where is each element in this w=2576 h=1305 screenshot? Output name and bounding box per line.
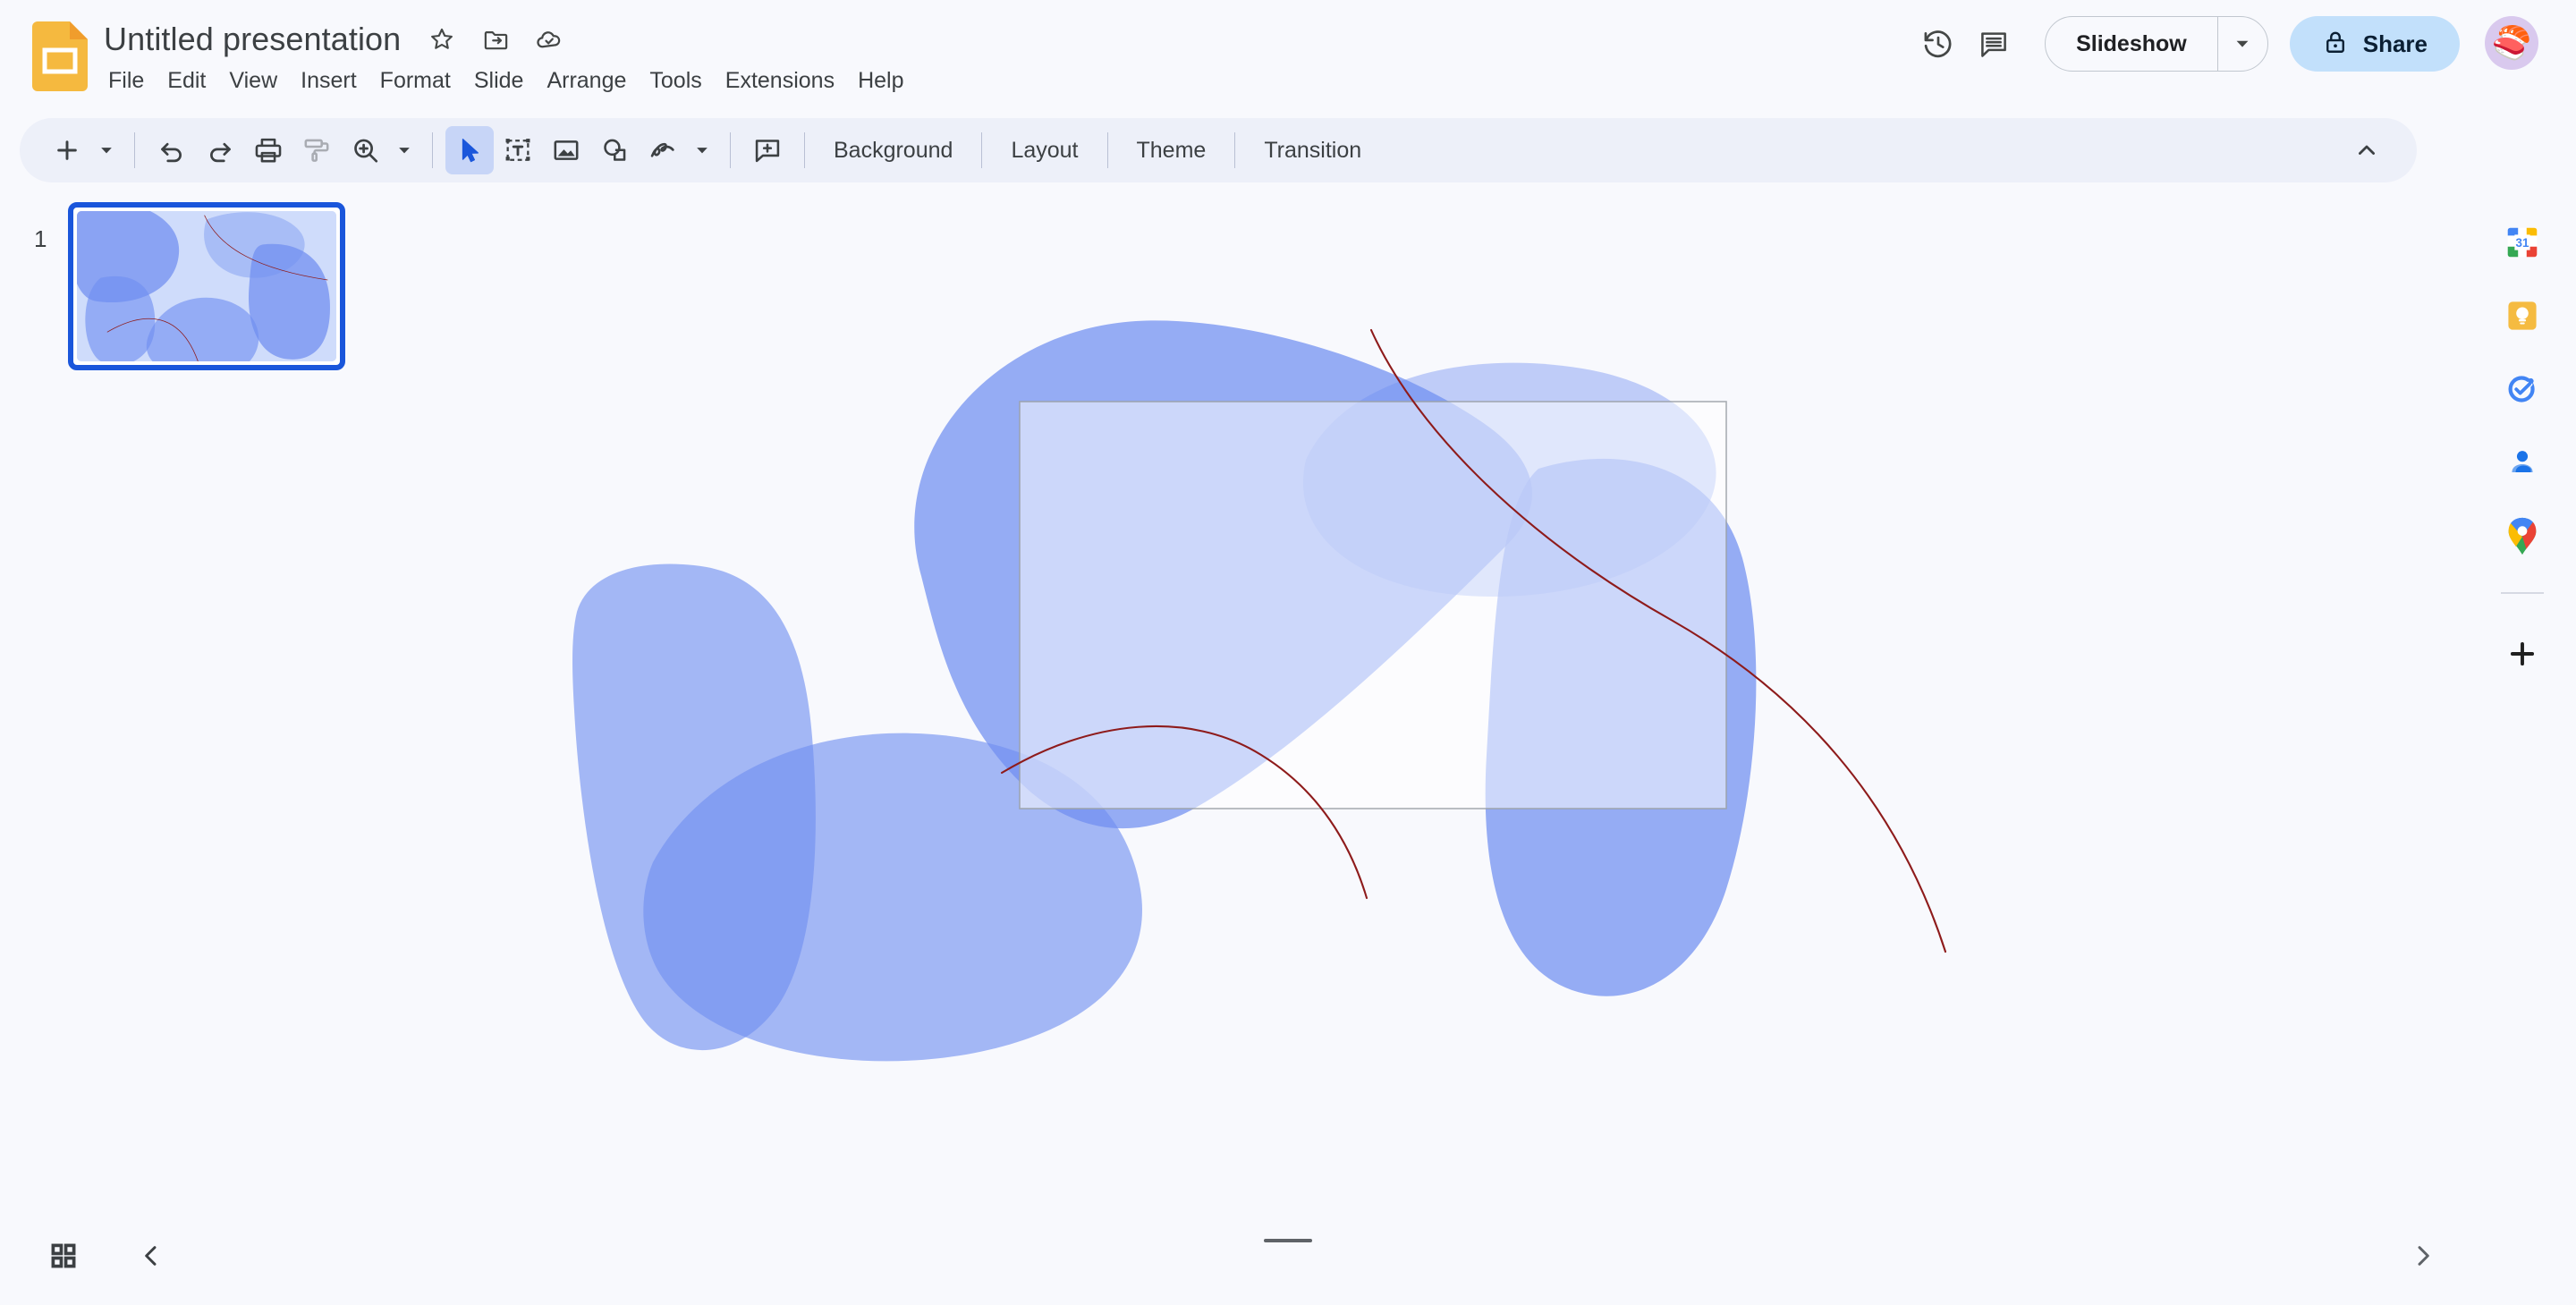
zoom-dropdown-chevron-down-icon[interactable] (389, 128, 419, 173)
toolbar-divider (981, 132, 983, 168)
document-title[interactable]: Untitled presentation (102, 19, 408, 60)
toolbar-divider (730, 132, 731, 168)
cloud-saved-icon[interactable] (530, 20, 569, 59)
zoom-button[interactable] (341, 126, 389, 174)
grid-view-icon[interactable] (36, 1228, 91, 1284)
menu-slide[interactable]: Slide (462, 64, 536, 97)
print-button[interactable] (244, 126, 292, 174)
select-tool-button[interactable] (445, 126, 494, 174)
share-button[interactable]: Share (2289, 16, 2460, 72)
add-comment-button[interactable] (743, 126, 792, 174)
toolbar-divider (134, 132, 135, 168)
title-bar: Untitled presentation File Edit View Ins… (0, 0, 2576, 118)
menu-bar: File Edit View Insert Format Slide Arran… (97, 64, 916, 97)
overlay-rectangle (1019, 401, 1727, 809)
google-contacts-icon[interactable] (2490, 426, 2555, 499)
avatar[interactable]: 🍣 (2485, 16, 2538, 70)
menu-edit[interactable]: Edit (156, 64, 217, 97)
menu-format[interactable]: Format (369, 64, 462, 97)
slide-thumbnail-1[interactable] (68, 202, 345, 370)
slide-canvas-area[interactable] (385, 182, 2469, 1207)
line-dropdown-chevron-down-icon[interactable] (687, 128, 717, 173)
side-panel-divider (2501, 592, 2544, 594)
slide-number: 1 (34, 225, 47, 252)
menu-arrange[interactable]: Arrange (535, 64, 638, 97)
main-toolbar: Background Layout Theme Transition (20, 118, 2417, 182)
layout-button[interactable]: Layout (995, 131, 1094, 171)
toolbar-divider (1234, 132, 1236, 168)
move-to-folder-icon[interactable] (476, 20, 515, 59)
current-slide[interactable] (385, 182, 2469, 1207)
menu-view[interactable]: View (217, 64, 289, 97)
slide-filmstrip-panel: 1 (0, 182, 385, 1207)
version-history-icon[interactable] (1911, 16, 1966, 72)
insert-line-button[interactable] (639, 126, 687, 174)
bottom-bar (0, 1207, 2576, 1305)
share-button-label: Share (2362, 30, 2428, 57)
insert-image-button[interactable] (542, 126, 590, 174)
avatar-emoji: 🍣 (2491, 24, 2532, 61)
menu-help[interactable]: Help (846, 64, 915, 97)
slideshow-button[interactable]: Slideshow (2046, 17, 2217, 71)
menu-file[interactable]: File (97, 64, 156, 97)
slides-app-window: Untitled presentation File Edit View Ins… (0, 0, 2576, 1305)
background-button[interactable]: Background (818, 131, 969, 171)
insert-shape-button[interactable] (590, 126, 639, 174)
google-calendar-icon[interactable]: 31 (2490, 206, 2555, 279)
google-keep-icon[interactable] (2490, 279, 2555, 352)
toolbar-divider (804, 132, 805, 168)
expand-notes-panel[interactable] (2395, 1228, 2451, 1284)
theme-button[interactable]: Theme (1121, 131, 1223, 171)
slide-thumbnail-preview (77, 211, 336, 361)
slides-logo-icon (32, 21, 88, 91)
undo-button[interactable] (148, 126, 196, 174)
collapse-toolbar-chevron-up-icon[interactable] (2343, 127, 2390, 174)
new-slide-dropdown-chevron-down-icon[interactable] (91, 128, 122, 173)
toolbar-divider (432, 132, 433, 168)
star-icon[interactable] (422, 20, 462, 59)
menu-tools[interactable]: Tools (638, 64, 713, 97)
svg-text:31: 31 (2516, 236, 2529, 250)
editor-body: 1 31 (0, 182, 2576, 1207)
text-box-tool-button[interactable] (494, 126, 542, 174)
toolbar-divider (1106, 132, 1108, 168)
google-maps-icon[interactable] (2490, 499, 2555, 572)
title-and-menu: Untitled presentation File Edit View Ins… (102, 13, 916, 97)
new-slide-button[interactable] (43, 126, 91, 174)
slideshow-button-group: Slideshow (2045, 16, 2268, 72)
speaker-notes-resize-handle[interactable] (1264, 1239, 1312, 1242)
paint-format-button[interactable] (292, 126, 341, 174)
get-add-ons-plus-icon[interactable] (2490, 617, 2555, 691)
redo-button[interactable] (196, 126, 244, 174)
google-tasks-icon[interactable] (2490, 352, 2555, 426)
transition-button[interactable]: Transition (1248, 131, 1377, 171)
slide-thumbnail-row: 1 (0, 202, 385, 370)
chevron-down-icon[interactable] (2216, 17, 2267, 71)
menu-extensions[interactable]: Extensions (714, 64, 846, 97)
side-panel: 31 (2469, 182, 2576, 1207)
collapse-filmstrip-chevron-left-icon[interactable] (123, 1228, 179, 1284)
header-actions: Slideshow Share (1911, 11, 2460, 77)
expand-notes-chevron-right-icon[interactable] (2395, 1228, 2451, 1284)
open-comment-history-icon[interactable] (1966, 16, 2021, 72)
toolbar-container: Background Layout Theme Transition (0, 118, 2576, 182)
lock-icon (2322, 29, 2349, 60)
menu-insert[interactable]: Insert (289, 64, 369, 97)
